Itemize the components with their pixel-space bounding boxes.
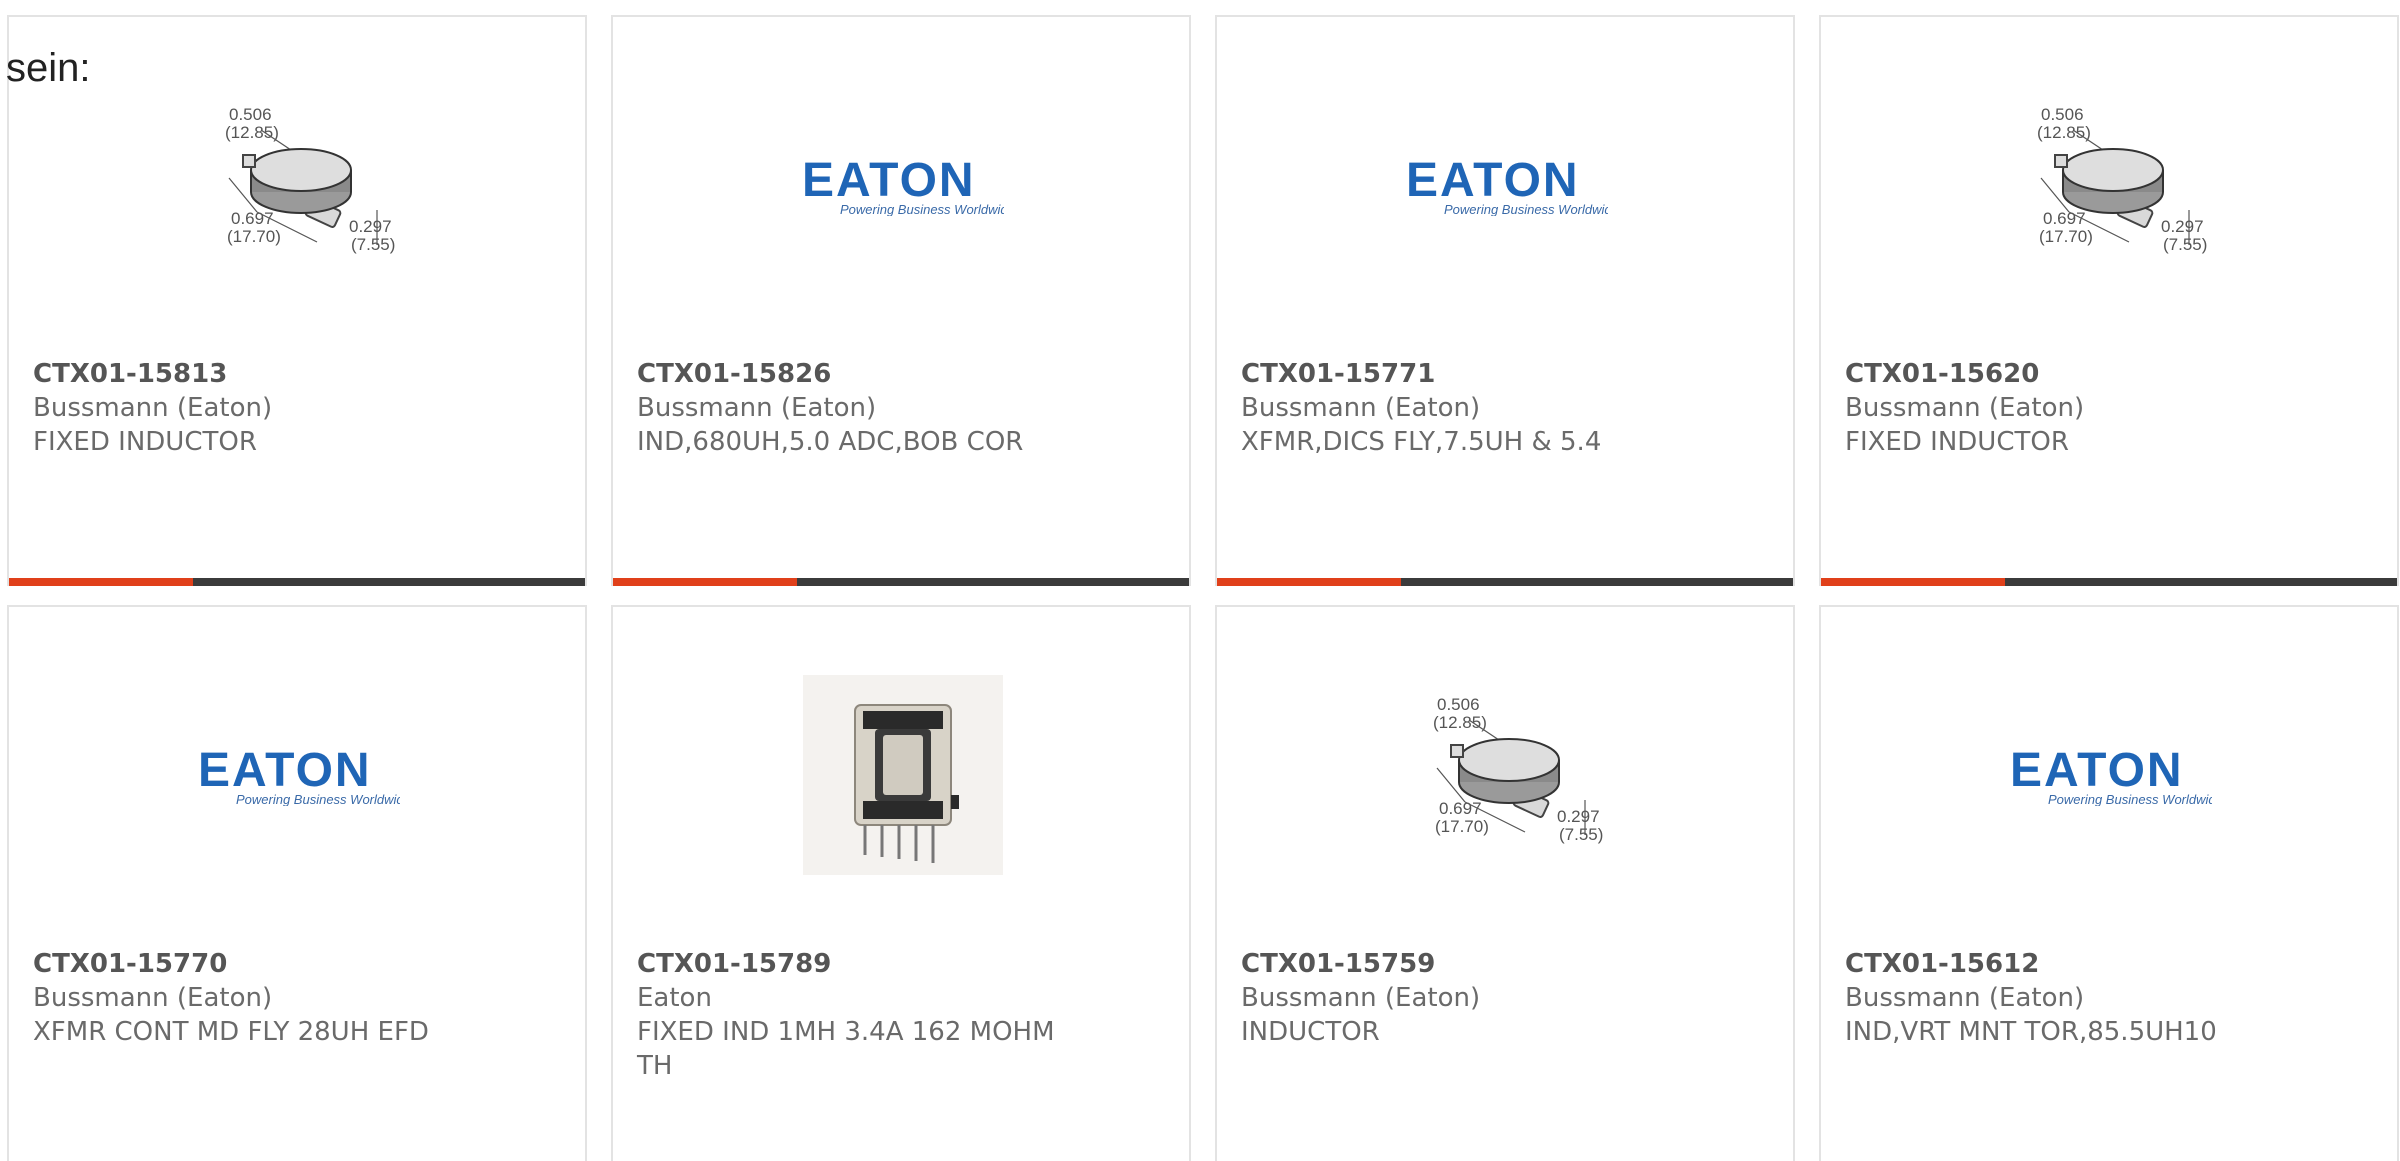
- eaton-logo: EATON Powering Business Worldwide: [2010, 675, 2212, 875]
- card-bottom-bar: [613, 578, 1189, 586]
- product-info: CTX01-15789 Eaton FIXED IND 1MH 3.4A 162…: [637, 947, 1057, 1083]
- dim-label: (17.70): [1435, 817, 1489, 836]
- logo-tagline: Powering Business Worldwide: [1444, 202, 1608, 216]
- dim-label: 0.506: [1437, 695, 1480, 714]
- dim-label: 0.697: [1439, 799, 1482, 818]
- logo-word: EATON: [1406, 154, 1580, 207]
- description: FIXED IND 1MH 3.4A 162 MOHM TH: [637, 1017, 1055, 1081]
- dim-label: (7.55): [2163, 235, 2207, 254]
- eaton-logo: EATON Powering Business Worldwide: [198, 675, 400, 875]
- product-card[interactable]: 0.506 (12.85) 0.697 (17.70) 0.297 (7.55)…: [1215, 605, 1795, 1161]
- part-number-link[interactable]: CTX01-15789: [637, 947, 1057, 981]
- lead-text: sein:: [6, 46, 91, 90]
- manufacturer: Bussmann (Eaton): [1241, 983, 1481, 1013]
- eaton-logo: EATON Powering Business Worldwide: [802, 85, 1004, 285]
- card-accent: [9, 578, 193, 586]
- part-number-link[interactable]: CTX01-15813: [33, 357, 453, 391]
- product-card[interactable]: CTX01-15789 Eaton FIXED IND 1MH 3.4A 162…: [611, 605, 1191, 1161]
- product-card[interactable]: EATON Powering Business Worldwide CTX01-…: [1215, 15, 1795, 586]
- description: IND,680UH,5.0 ADC,BOB COR: [637, 427, 1024, 457]
- product-card[interactable]: EATON Powering Business Worldwide CTX01-…: [7, 605, 587, 1161]
- dim-label: (17.70): [2039, 227, 2093, 246]
- logo-word: EATON: [802, 154, 976, 207]
- logo-tagline: Powering Business Worldwide: [840, 202, 1004, 216]
- description: XFMR CONT MD FLY 28UH EFD: [33, 1017, 429, 1047]
- inductor-dimension-drawing: 0.506 (12.85) 0.697 (17.70) 0.297 (7.55): [199, 85, 399, 285]
- transformer-photo: [803, 675, 1003, 875]
- dim-label: (17.70): [227, 227, 281, 246]
- dim-label: 0.697: [2043, 209, 2086, 228]
- inductor-dimension-drawing: 0.506 (12.85) 0.697 (17.70) 0.297 (7.55): [1407, 675, 1607, 875]
- description: XFMR,DICS FLY,7.5UH & 5.4: [1241, 427, 1602, 457]
- product-info: CTX01-15770 Bussmann (Eaton) XFMR CONT M…: [33, 947, 453, 1049]
- product-card[interactable]: 0.506 (12.85) 0.697 (17.70) 0.297 (7.55)…: [1819, 15, 2399, 586]
- part-number-link[interactable]: CTX01-15770: [33, 947, 453, 981]
- part-number-link[interactable]: CTX01-15612: [1845, 947, 2265, 981]
- description: IND,VRT MNT TOR,85.5UH10: [1845, 1017, 2217, 1047]
- manufacturer: Bussmann (Eaton): [1845, 983, 2085, 1013]
- manufacturer: Bussmann (Eaton): [33, 983, 273, 1013]
- product-info: CTX01-15620 Bussmann (Eaton) FIXED INDUC…: [1845, 357, 2265, 459]
- product-grid-page: sein: 0.506 (12.85) 0.697 (17.70) 0.297 …: [0, 0, 2400, 1161]
- product-card[interactable]: EATON Powering Business Worldwide CTX01-…: [1819, 605, 2399, 1161]
- dim-label: 0.297: [1557, 807, 1600, 826]
- part-number-link[interactable]: CTX01-15826: [637, 357, 1057, 391]
- product-card[interactable]: 0.506 (12.85) 0.697 (17.70) 0.297 (7.55)…: [7, 15, 587, 586]
- eaton-logo: EATON Powering Business Worldwide: [1406, 85, 1608, 285]
- card-accent: [613, 578, 797, 586]
- card-bottom-bar: [9, 578, 585, 586]
- part-number-link[interactable]: CTX01-15759: [1241, 947, 1661, 981]
- description: FIXED INDUCTOR: [33, 427, 257, 457]
- product-info: CTX01-15826 Bussmann (Eaton) IND,680UH,5…: [637, 357, 1057, 459]
- dim-label: 0.297: [2161, 217, 2204, 236]
- dim-label: (12.85): [225, 123, 279, 142]
- manufacturer: Bussmann (Eaton): [1241, 393, 1481, 423]
- product-card[interactable]: EATON Powering Business Worldwide CTX01-…: [611, 15, 1191, 586]
- dim-label: 0.506: [2041, 105, 2084, 124]
- dim-label: 0.506: [229, 105, 272, 124]
- inductor-dimension-drawing: 0.506 (12.85) 0.697 (17.70) 0.297 (7.55): [2011, 85, 2211, 285]
- card-accent: [1217, 578, 1401, 586]
- part-number-link[interactable]: CTX01-15771: [1241, 357, 1661, 391]
- manufacturer: Bussmann (Eaton): [33, 393, 273, 423]
- dim-label: (12.85): [2037, 123, 2091, 142]
- card-accent: [1821, 578, 2005, 586]
- product-info: CTX01-15771 Bussmann (Eaton) XFMR,DICS F…: [1241, 357, 1661, 459]
- dim-label: 0.697: [231, 209, 274, 228]
- logo-word: EATON: [198, 744, 372, 797]
- description: FIXED INDUCTOR: [1845, 427, 2069, 457]
- dim-label: 0.297: [349, 217, 392, 236]
- dim-label: (7.55): [351, 235, 395, 254]
- manufacturer: Eaton: [637, 983, 712, 1013]
- dim-label: (12.85): [1433, 713, 1487, 732]
- product-info: CTX01-15759 Bussmann (Eaton) INDUCTOR: [1241, 947, 1661, 1049]
- description: INDUCTOR: [1241, 1017, 1380, 1047]
- logo-tagline: Powering Business Worldwide: [2048, 792, 2212, 806]
- product-info: CTX01-15813 Bussmann (Eaton) FIXED INDUC…: [33, 357, 453, 459]
- card-bottom-bar: [1821, 578, 2397, 586]
- manufacturer: Bussmann (Eaton): [637, 393, 877, 423]
- logo-tagline: Powering Business Worldwide: [236, 792, 400, 806]
- dim-label: (7.55): [1559, 825, 1603, 844]
- product-info: CTX01-15612 Bussmann (Eaton) IND,VRT MNT…: [1845, 947, 2265, 1049]
- manufacturer: Bussmann (Eaton): [1845, 393, 2085, 423]
- part-number-link[interactable]: CTX01-15620: [1845, 357, 2265, 391]
- logo-word: EATON: [2010, 744, 2184, 797]
- card-bottom-bar: [1217, 578, 1793, 586]
- product-grid: 0.506 (12.85) 0.697 (17.70) 0.297 (7.55)…: [0, 0, 2400, 1161]
